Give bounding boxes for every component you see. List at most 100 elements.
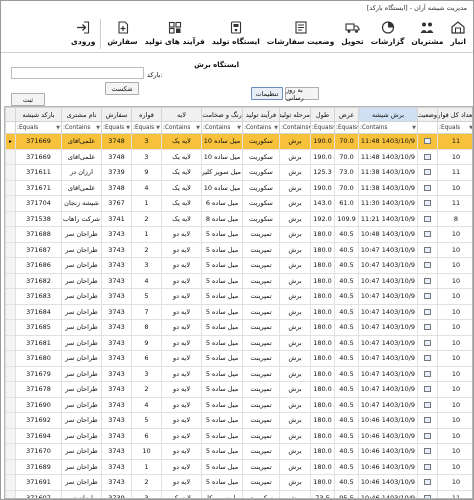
status-icon[interactable]	[424, 231, 431, 238]
row-indicator[interactable]	[5, 148, 16, 165]
row-indicator[interactable]	[5, 195, 16, 212]
refresh-button[interactable]: به روز رسانی	[285, 86, 319, 102]
table-row[interactable]: 10 1403/10/9 11:48 70.0 190.0 برش سکوریت میل س…	[5, 148, 472, 165]
row-indicator[interactable]	[5, 226, 16, 243]
status-icon[interactable]	[424, 448, 431, 455]
table-row[interactable]: 10 1403/10/9 10:47 40.5 180.0 برش تمپرینت میل …	[5, 350, 472, 367]
status-icon[interactable]	[424, 246, 431, 253]
toolbar-button-customers[interactable]: مشتریان	[408, 17, 446, 51]
filter-cell[interactable]: Contains:▼	[61, 121, 102, 134]
table-row[interactable]: 10 1403/10/9 10:47 40.5 180.0 برش تمپرینت میل …	[5, 334, 472, 351]
column-header[interactable]: لایه	[161, 107, 202, 122]
row-indicator[interactable]	[5, 319, 16, 336]
filter-funnel-icon[interactable]: ▼	[156, 125, 160, 131]
status-icon[interactable]	[424, 339, 431, 346]
status-icon[interactable]	[424, 494, 431, 498]
table-row[interactable]: 10 1403/10/9 10:47 40.5 180.0 برش تمپرینت میل …	[5, 241, 472, 258]
filter-funnel-icon[interactable]: ▼	[333, 125, 334, 131]
filter-funnel-icon[interactable]: ▼	[196, 125, 200, 131]
row-indicator[interactable]	[5, 350, 16, 367]
status-icon[interactable]	[424, 324, 431, 331]
table-row[interactable]: 10 1403/10/9 10:47 40.5 180.0 برش تمپرینت میل …	[5, 396, 472, 413]
table-row[interactable]: 10 1403/10/9 10:47 40.5 180.0 برش تمپرینت میل …	[5, 257, 472, 274]
filter-funnel-icon[interactable]: ▼	[56, 125, 60, 131]
row-indicator[interactable]	[5, 458, 16, 475]
column-header[interactable]: تعداد کل قواره ها	[437, 107, 472, 122]
filter-funnel-icon[interactable]: ▼	[126, 125, 130, 131]
status-icon[interactable]	[424, 138, 431, 145]
table-row[interactable]: 10 1403/10/9 10:47 40.5 180.0 برش تمپرینت میل …	[5, 303, 472, 320]
settings-button[interactable]: تنظیمات	[251, 87, 283, 100]
filter-funnel-icon[interactable]: ▼	[357, 125, 358, 131]
status-icon[interactable]	[424, 184, 431, 191]
column-header[interactable]: بارکد شیشه	[15, 107, 62, 122]
column-header[interactable]: مرحله تولید	[279, 107, 311, 122]
status-icon[interactable]	[424, 293, 431, 300]
status-icon[interactable]	[424, 401, 431, 408]
fail-button[interactable]: شکست	[105, 82, 139, 95]
table-row[interactable]: 10 1403/10/9 11:38 70.0 190.0 برش سکوریت میل س…	[5, 179, 472, 196]
filter-cell[interactable]: Equals:▼	[131, 121, 162, 134]
filter-funnel-icon[interactable]: ▼	[412, 125, 416, 131]
row-indicator[interactable]	[5, 241, 16, 258]
status-icon[interactable]	[424, 277, 431, 284]
table-row[interactable]: 10 1403/10/9 10:46 40.5 180.0 برش تمپرینت میل …	[5, 412, 472, 429]
table-row[interactable]: 10 1403/10/9 10:47 40.5 180.0 برش تمپرینت میل …	[5, 319, 472, 336]
status-icon[interactable]	[424, 463, 431, 470]
filter-cell[interactable]	[417, 121, 438, 134]
column-header[interactable]: طول	[310, 107, 335, 122]
toolbar-button-order-status[interactable]: وضعیت سفارشات	[264, 17, 337, 51]
row-indicator[interactable]	[5, 427, 16, 444]
row-indicator[interactable]	[5, 412, 16, 429]
row-indicator[interactable]	[5, 443, 16, 460]
table-row[interactable]: 10 1403/10/9 10:46 40.5 180.0 برش تمپرینت میل …	[5, 474, 472, 491]
status-icon[interactable]	[424, 308, 431, 315]
column-header[interactable]: رنگ و ضخامت	[201, 107, 243, 122]
table-row[interactable]: 10 1403/10/9 10:47 40.5 180.0 برش تمپرینت میل …	[5, 365, 472, 382]
row-indicator[interactable]	[5, 210, 16, 227]
row-indicator[interactable]	[5, 489, 16, 498]
filter-funnel-icon[interactable]: ▼	[469, 125, 472, 131]
table-row[interactable]: 11 1403/10/9 11:30 61.0 143.0 برش سکوریت میل س…	[5, 195, 472, 212]
table-row[interactable]: 10 1403/10/9 10:46 40.5 180.0 برش تمپرینت میل …	[5, 458, 472, 475]
status-icon[interactable]	[424, 153, 431, 160]
filter-cell[interactable]: Equals:▼	[101, 121, 132, 134]
register-button[interactable]: ثبت	[11, 93, 45, 106]
status-icon[interactable]	[424, 169, 431, 176]
toolbar-button-production-station[interactable]: ایستگاه تولید	[209, 17, 263, 51]
row-indicator[interactable]	[5, 179, 16, 196]
filter-funnel-icon[interactable]: ▼	[308, 125, 309, 131]
status-icon[interactable]	[424, 355, 431, 362]
status-icon[interactable]	[424, 262, 431, 269]
table-row[interactable]: 10 1403/10/9 10:47 40.5 180.0 برش تمپرینت میل …	[5, 381, 472, 398]
toolbar-button-reports[interactable]: گزارشات	[368, 17, 408, 51]
table-row[interactable]: 10 1403/10/9 10:47 40.5 180.0 برش تمپرینت میل …	[5, 288, 472, 305]
table-row[interactable]: 10 1403/10/9 10:48 40.5 180.0 برش تمپرینت میل …	[5, 226, 472, 243]
status-icon[interactable]	[424, 200, 431, 207]
row-indicator[interactable]	[5, 334, 16, 351]
column-header[interactable]: سفارش	[101, 107, 132, 122]
filter-cell[interactable]: Equals:▼	[310, 121, 335, 134]
table-row[interactable]: 10 1403/10/9 10:46 40.5 180.0 برش تمپرینت میل …	[5, 443, 472, 460]
filter-funnel-icon[interactable]: ▼	[96, 125, 100, 131]
row-indicator[interactable]	[5, 365, 16, 382]
column-header[interactable]: نام مشتری	[61, 107, 102, 122]
status-icon[interactable]	[424, 479, 431, 486]
filter-cell[interactable]: Equals:▼	[334, 121, 359, 134]
row-indicator[interactable]	[5, 381, 16, 398]
table-row[interactable]: 11 1403/10/9 11:48 70.0 190.0 برش سکوریت میل س…	[5, 133, 472, 150]
filter-cell[interactable]: Equals:▼	[15, 121, 62, 134]
filter-cell[interactable]: Equals:▼	[437, 121, 472, 134]
row-indicator[interactable]	[5, 474, 16, 491]
barcode-input[interactable]	[11, 67, 144, 79]
status-icon[interactable]	[424, 215, 431, 222]
table-row[interactable]: 10 1403/10/9 10:46 40.5 180.0 برش تمپرینت میل …	[5, 427, 472, 444]
table-row[interactable]: 8 1403/10/9 11:21 109.9 192.0 برش سکوریت میل س…	[5, 210, 472, 227]
status-icon[interactable]	[424, 370, 431, 377]
toolbar-button-order[interactable]: سفارش	[104, 17, 140, 51]
filter-cell[interactable]: Contains:▼	[358, 121, 418, 134]
row-indicator[interactable]	[5, 303, 16, 320]
filter-funnel-icon[interactable]: ▼	[274, 125, 278, 131]
table-row[interactable]: 11 1403/10/9 11:38 73.0 125.3 برش سکوریت میل س…	[5, 164, 472, 181]
filter-funnel-icon[interactable]: ▼	[237, 125, 241, 131]
